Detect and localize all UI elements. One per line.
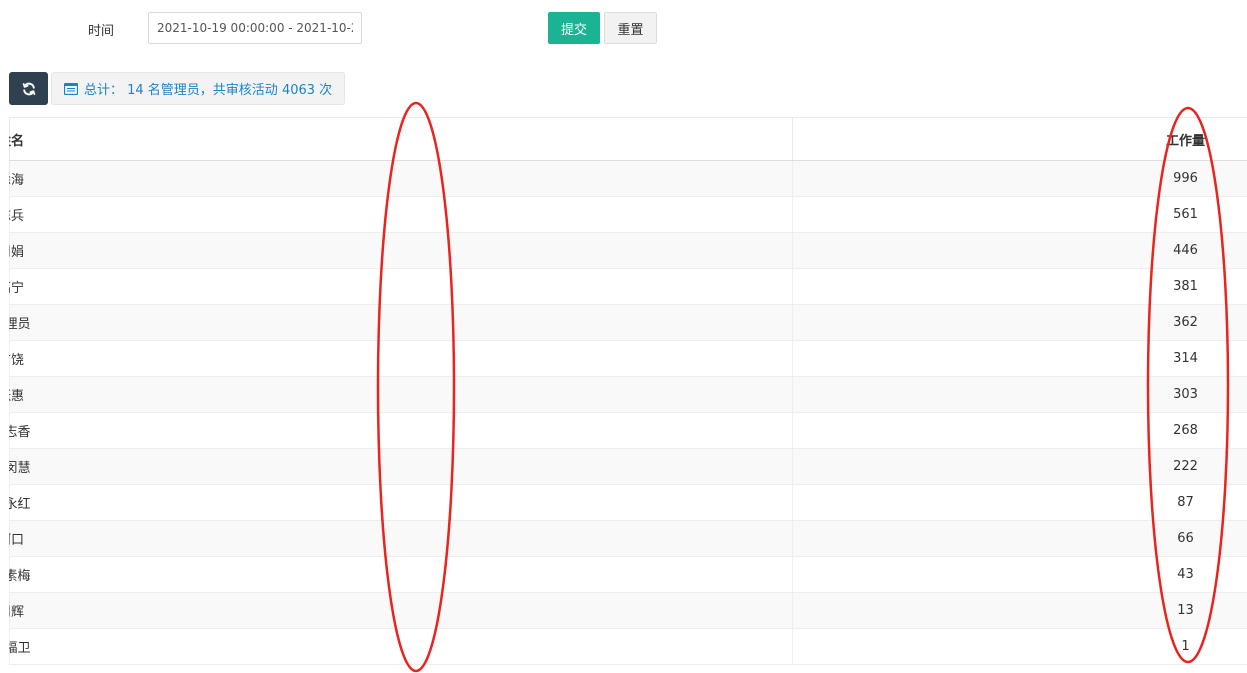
table-row: 周辉 13 (9, 592, 1247, 629)
table-row: 王闵慧 222 (9, 448, 1247, 485)
name-cell: 广饶 (9, 340, 793, 377)
table-row: 河口 66 (9, 520, 1247, 557)
submit-button[interactable]: 提交 (548, 12, 600, 44)
workload-value: 1 (1181, 639, 1190, 654)
workload-cell: 996 (792, 160, 1247, 197)
name-value: 刘永红 (9, 497, 31, 512)
header-name[interactable]: 姓名 (9, 117, 793, 161)
workload-value: 43 (1177, 567, 1194, 582)
name-cell: 周辉 (9, 592, 793, 629)
name-value: 高宁 (9, 281, 24, 296)
header-workload[interactable]: 工作量 (792, 117, 1247, 161)
workload-value: 314 (1173, 351, 1198, 366)
workload-cell: 66 (792, 520, 1247, 557)
workload-value: 87 (1177, 495, 1194, 510)
header-workload-label: 工作量 (1165, 133, 1205, 149)
name-cell: 管理员 (9, 304, 793, 341)
name-value: 李志香 (9, 425, 31, 440)
name-cell: 高宁 (9, 268, 793, 305)
table-body: 徐海 996 陈兵 561 周娟 446 高宁 381 管理员 362 广饶 314 张惠 303 李志香 2… (9, 160, 1247, 665)
name-cell: 陈兵 (9, 196, 793, 233)
workload-value: 381 (1173, 279, 1198, 294)
workload-value: 996 (1173, 171, 1198, 186)
name-cell: 李志香 (9, 412, 793, 449)
workload-cell: 1 (792, 628, 1247, 665)
workload-table: 姓名 工作量 徐海 996 陈兵 561 周娟 446 高宁 381 管理员 362 广饶 314 张惠… (9, 117, 1247, 665)
table-row: 李志香 268 (9, 412, 1247, 449)
name-cell: 徐海 (9, 160, 793, 197)
header-name-label: 姓名 (9, 133, 24, 149)
time-label: 时间 (88, 24, 115, 39)
workload-value: 561 (1173, 207, 1198, 222)
workload-cell: 381 (792, 268, 1247, 305)
workload-value: 222 (1173, 459, 1198, 474)
summary-box: 总计： 14 名管理员，共审核活动 4063 次 (51, 72, 346, 105)
name-cell: 张惠 (9, 376, 793, 413)
name-cell: 河口 (9, 520, 793, 557)
table-row: 徐海 996 (9, 160, 1247, 197)
workload-cell: 13 (792, 592, 1247, 629)
table-row: 高宁 381 (9, 268, 1247, 305)
name-cell: 张素梅 (9, 556, 793, 593)
workload-cell: 268 (792, 412, 1247, 449)
name-cell: 周娟 (9, 232, 793, 269)
table-row: 广饶 314 (9, 340, 1247, 377)
name-cell: 刘永红 (9, 484, 793, 521)
table-header-row: 姓名 工作量 (9, 117, 1247, 161)
refresh-button[interactable] (9, 72, 48, 105)
name-value: 张惠 (9, 389, 24, 404)
name-value: 周辉 (9, 605, 24, 620)
refresh-icon (22, 82, 35, 95)
workload-cell: 362 (792, 304, 1247, 341)
workload-value: 13 (1177, 603, 1194, 618)
page: 时间 提交 重置 总计： 14 名管理员，共审核活动 4063 次 姓名 (0, 0, 1247, 673)
summary-text: 总计： 14 名管理员，共审核活动 4063 次 (84, 83, 333, 98)
workload-cell: 43 (792, 556, 1247, 593)
name-value: 王闵慧 (9, 461, 31, 476)
workload-cell: 87 (792, 484, 1247, 521)
name-value: 周娟 (9, 245, 24, 260)
name-value: 王福卫 (9, 641, 31, 656)
name-value: 广饶 (9, 353, 24, 368)
table-row: 王福卫 1 (9, 628, 1247, 665)
name-cell: 王闵慧 (9, 448, 793, 485)
table-row: 周娟 446 (9, 232, 1247, 269)
workload-value: 362 (1173, 315, 1198, 330)
name-value: 河口 (9, 533, 24, 548)
table-row: 管理员 362 (9, 304, 1247, 341)
workload-value: 268 (1173, 423, 1198, 438)
name-value: 徐海 (9, 173, 24, 188)
table-row: 张素梅 43 (9, 556, 1247, 593)
workload-cell: 303 (792, 376, 1247, 413)
workload-cell: 222 (792, 448, 1247, 485)
workload-value: 66 (1177, 531, 1194, 546)
table-row: 刘永红 87 (9, 484, 1247, 521)
name-value: 陈兵 (9, 209, 24, 224)
workload-cell: 561 (792, 196, 1247, 233)
time-range-input[interactable] (148, 12, 362, 44)
workload-cell: 314 (792, 340, 1247, 377)
workload-cell: 446 (792, 232, 1247, 269)
list-alt-icon (64, 82, 78, 95)
table-row: 张惠 303 (9, 376, 1247, 413)
name-value: 管理员 (9, 317, 31, 332)
name-cell: 王福卫 (9, 628, 793, 665)
workload-value: 303 (1173, 387, 1198, 402)
workload-table-container: 姓名 工作量 徐海 996 陈兵 561 周娟 446 高宁 381 管理员 362 广饶 314 张惠… (9, 117, 1247, 665)
reset-button[interactable]: 重置 (604, 12, 657, 44)
workload-value: 446 (1173, 243, 1198, 258)
table-row: 陈兵 561 (9, 196, 1247, 233)
name-value: 张素梅 (9, 569, 31, 584)
